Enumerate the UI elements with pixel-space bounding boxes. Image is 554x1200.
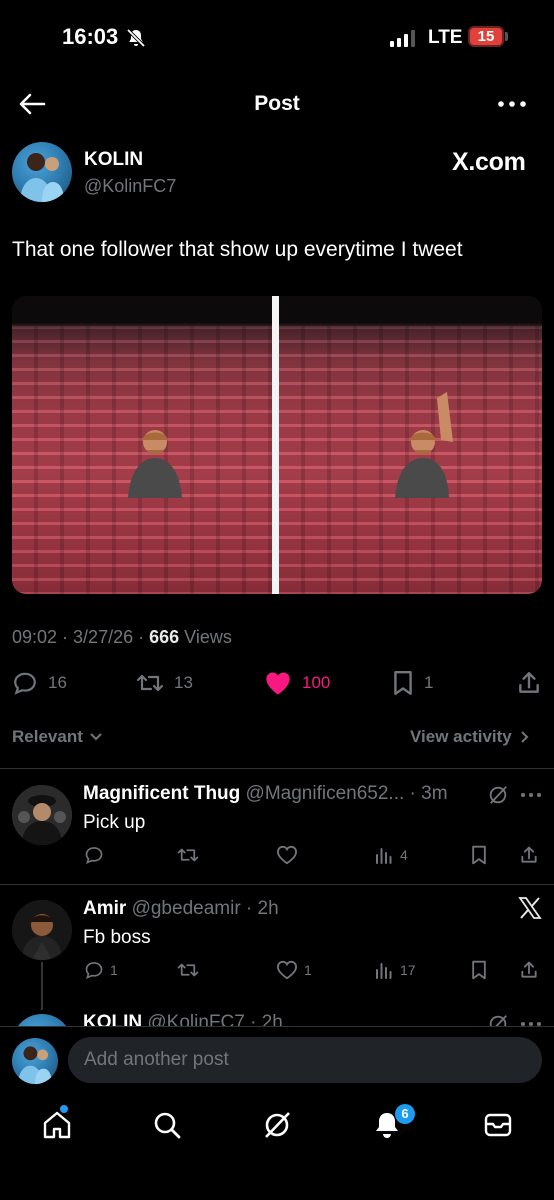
bookmark-button[interactable]: 1 (392, 670, 433, 696)
repost-button[interactable]: 13 (136, 670, 193, 696)
messages-icon[interactable] (481, 1108, 515, 1142)
analytics-icon (376, 848, 392, 864)
notifications-badge: 6 (395, 1104, 415, 1124)
reply-icon (85, 962, 103, 979)
reply-author-name[interactable]: Magnificent Thug (83, 783, 240, 804)
battery-level: 15 (477, 28, 495, 45)
bookmark-icon[interactable] (470, 960, 488, 980)
reply-avatar[interactable] (12, 785, 72, 845)
author-avatar[interactable] (12, 142, 72, 202)
signal-icon (390, 30, 415, 47)
chevron-right-icon (521, 731, 529, 743)
reply-count: 16 (48, 673, 67, 692)
chevron-down-icon (90, 733, 102, 741)
x-logo-icon (518, 897, 542, 919)
post-text: That one follower that show up everytime… (12, 238, 463, 261)
author-name[interactable]: KOLIN (84, 149, 143, 171)
post-image[interactable] (12, 296, 542, 594)
bell-off-icon (126, 28, 146, 48)
reply-repost-button[interactable] (177, 960, 205, 980)
reply-views-count: 17 (400, 962, 416, 978)
like-count: 100 (302, 673, 331, 692)
reply-text: Fb boss (83, 927, 151, 948)
share-button[interactable] (516, 670, 542, 696)
bookmark-count: 1 (424, 673, 434, 692)
views-count: 666 (149, 627, 180, 647)
home-notification-dot (60, 1105, 68, 1113)
network-type: LTE (428, 27, 463, 48)
more-options-icon[interactable] (520, 791, 542, 799)
repost-icon (177, 963, 199, 977)
heart-icon (276, 845, 298, 865)
post-meta: 09:02 · 3/27/26 · 666 Views (12, 627, 232, 647)
reply-author-handle[interactable]: @Magnificen652... (246, 783, 405, 804)
reply-author-handle[interactable]: @gbedeamir (132, 898, 241, 919)
thread-line (41, 962, 43, 1010)
reply-time: 2h (257, 898, 279, 919)
reply-reply-count: 1 (110, 962, 118, 978)
reply-repost-button[interactable] (177, 845, 205, 865)
image-divider (272, 296, 279, 594)
reply-text: Pick up (83, 812, 146, 833)
repost-count: 13 (174, 673, 193, 692)
composer-avatar (12, 1038, 58, 1084)
divider (0, 884, 554, 885)
heart-icon (276, 960, 298, 980)
bookmark-icon (394, 670, 412, 696)
reply-composer-input[interactable] (68, 1037, 542, 1083)
reply-views-count: 4 (400, 847, 408, 863)
grok-icon[interactable] (487, 784, 509, 806)
battery-cap (505, 32, 508, 41)
sort-label: Relevant (12, 727, 83, 746)
reply-button[interactable]: 16 (12, 670, 67, 696)
reply-icon (85, 847, 103, 864)
waving-man-figure (395, 392, 453, 498)
reply-views[interactable]: 4 (374, 845, 408, 865)
analytics-icon (376, 963, 392, 979)
heart-filled-icon (266, 672, 290, 695)
repost-icon (136, 674, 164, 692)
divider (0, 768, 554, 769)
image-panel-left (12, 296, 272, 594)
home-icon[interactable] (40, 1108, 74, 1142)
battery-icon: 15 (468, 26, 504, 47)
view-activity-link[interactable]: View activity (410, 727, 530, 747)
reply-like-button[interactable]: 1 (276, 960, 312, 980)
more-options-icon[interactable] (496, 96, 528, 112)
brand-watermark: X.com (452, 148, 526, 176)
post-date: 3/27/26 (73, 627, 134, 647)
repost-icon (177, 848, 199, 862)
view-activity-label: View activity (410, 727, 512, 746)
reply-author-name[interactable]: Amir (83, 898, 126, 919)
page-title: Post (254, 92, 300, 115)
share-icon[interactable] (519, 845, 539, 865)
status-time: 16:03 (62, 24, 119, 49)
reply-like-count: 1 (304, 962, 312, 978)
post-time: 09:02 (12, 627, 58, 647)
seated-man-figure (128, 430, 182, 498)
sort-dropdown[interactable]: Relevant (12, 727, 103, 747)
reply-avatar[interactable] (12, 900, 72, 960)
grok-icon[interactable] (260, 1108, 294, 1142)
bookmark-icon[interactable] (470, 845, 488, 865)
reply-icon (14, 672, 36, 695)
reply-like-button[interactable] (276, 845, 304, 865)
reply-reply-button[interactable] (84, 845, 110, 865)
image-panel-right (279, 296, 542, 594)
reply-views[interactable]: 17 (374, 960, 416, 980)
reply-time: 3m (421, 783, 448, 804)
author-handle[interactable]: @KolinFC7 (84, 176, 176, 197)
share-icon (519, 672, 539, 693)
search-icon[interactable] (150, 1108, 184, 1142)
reply-header: Magnificent Thug @Magnificen652... · 3m (83, 783, 448, 804)
reply-reply-button[interactable]: 1 (84, 960, 118, 980)
share-icon[interactable] (519, 960, 539, 980)
like-button[interactable]: 100 (264, 670, 330, 696)
views-label: Views (184, 627, 232, 647)
reply-header: Amir @gbedeamir · 2h (83, 898, 279, 919)
